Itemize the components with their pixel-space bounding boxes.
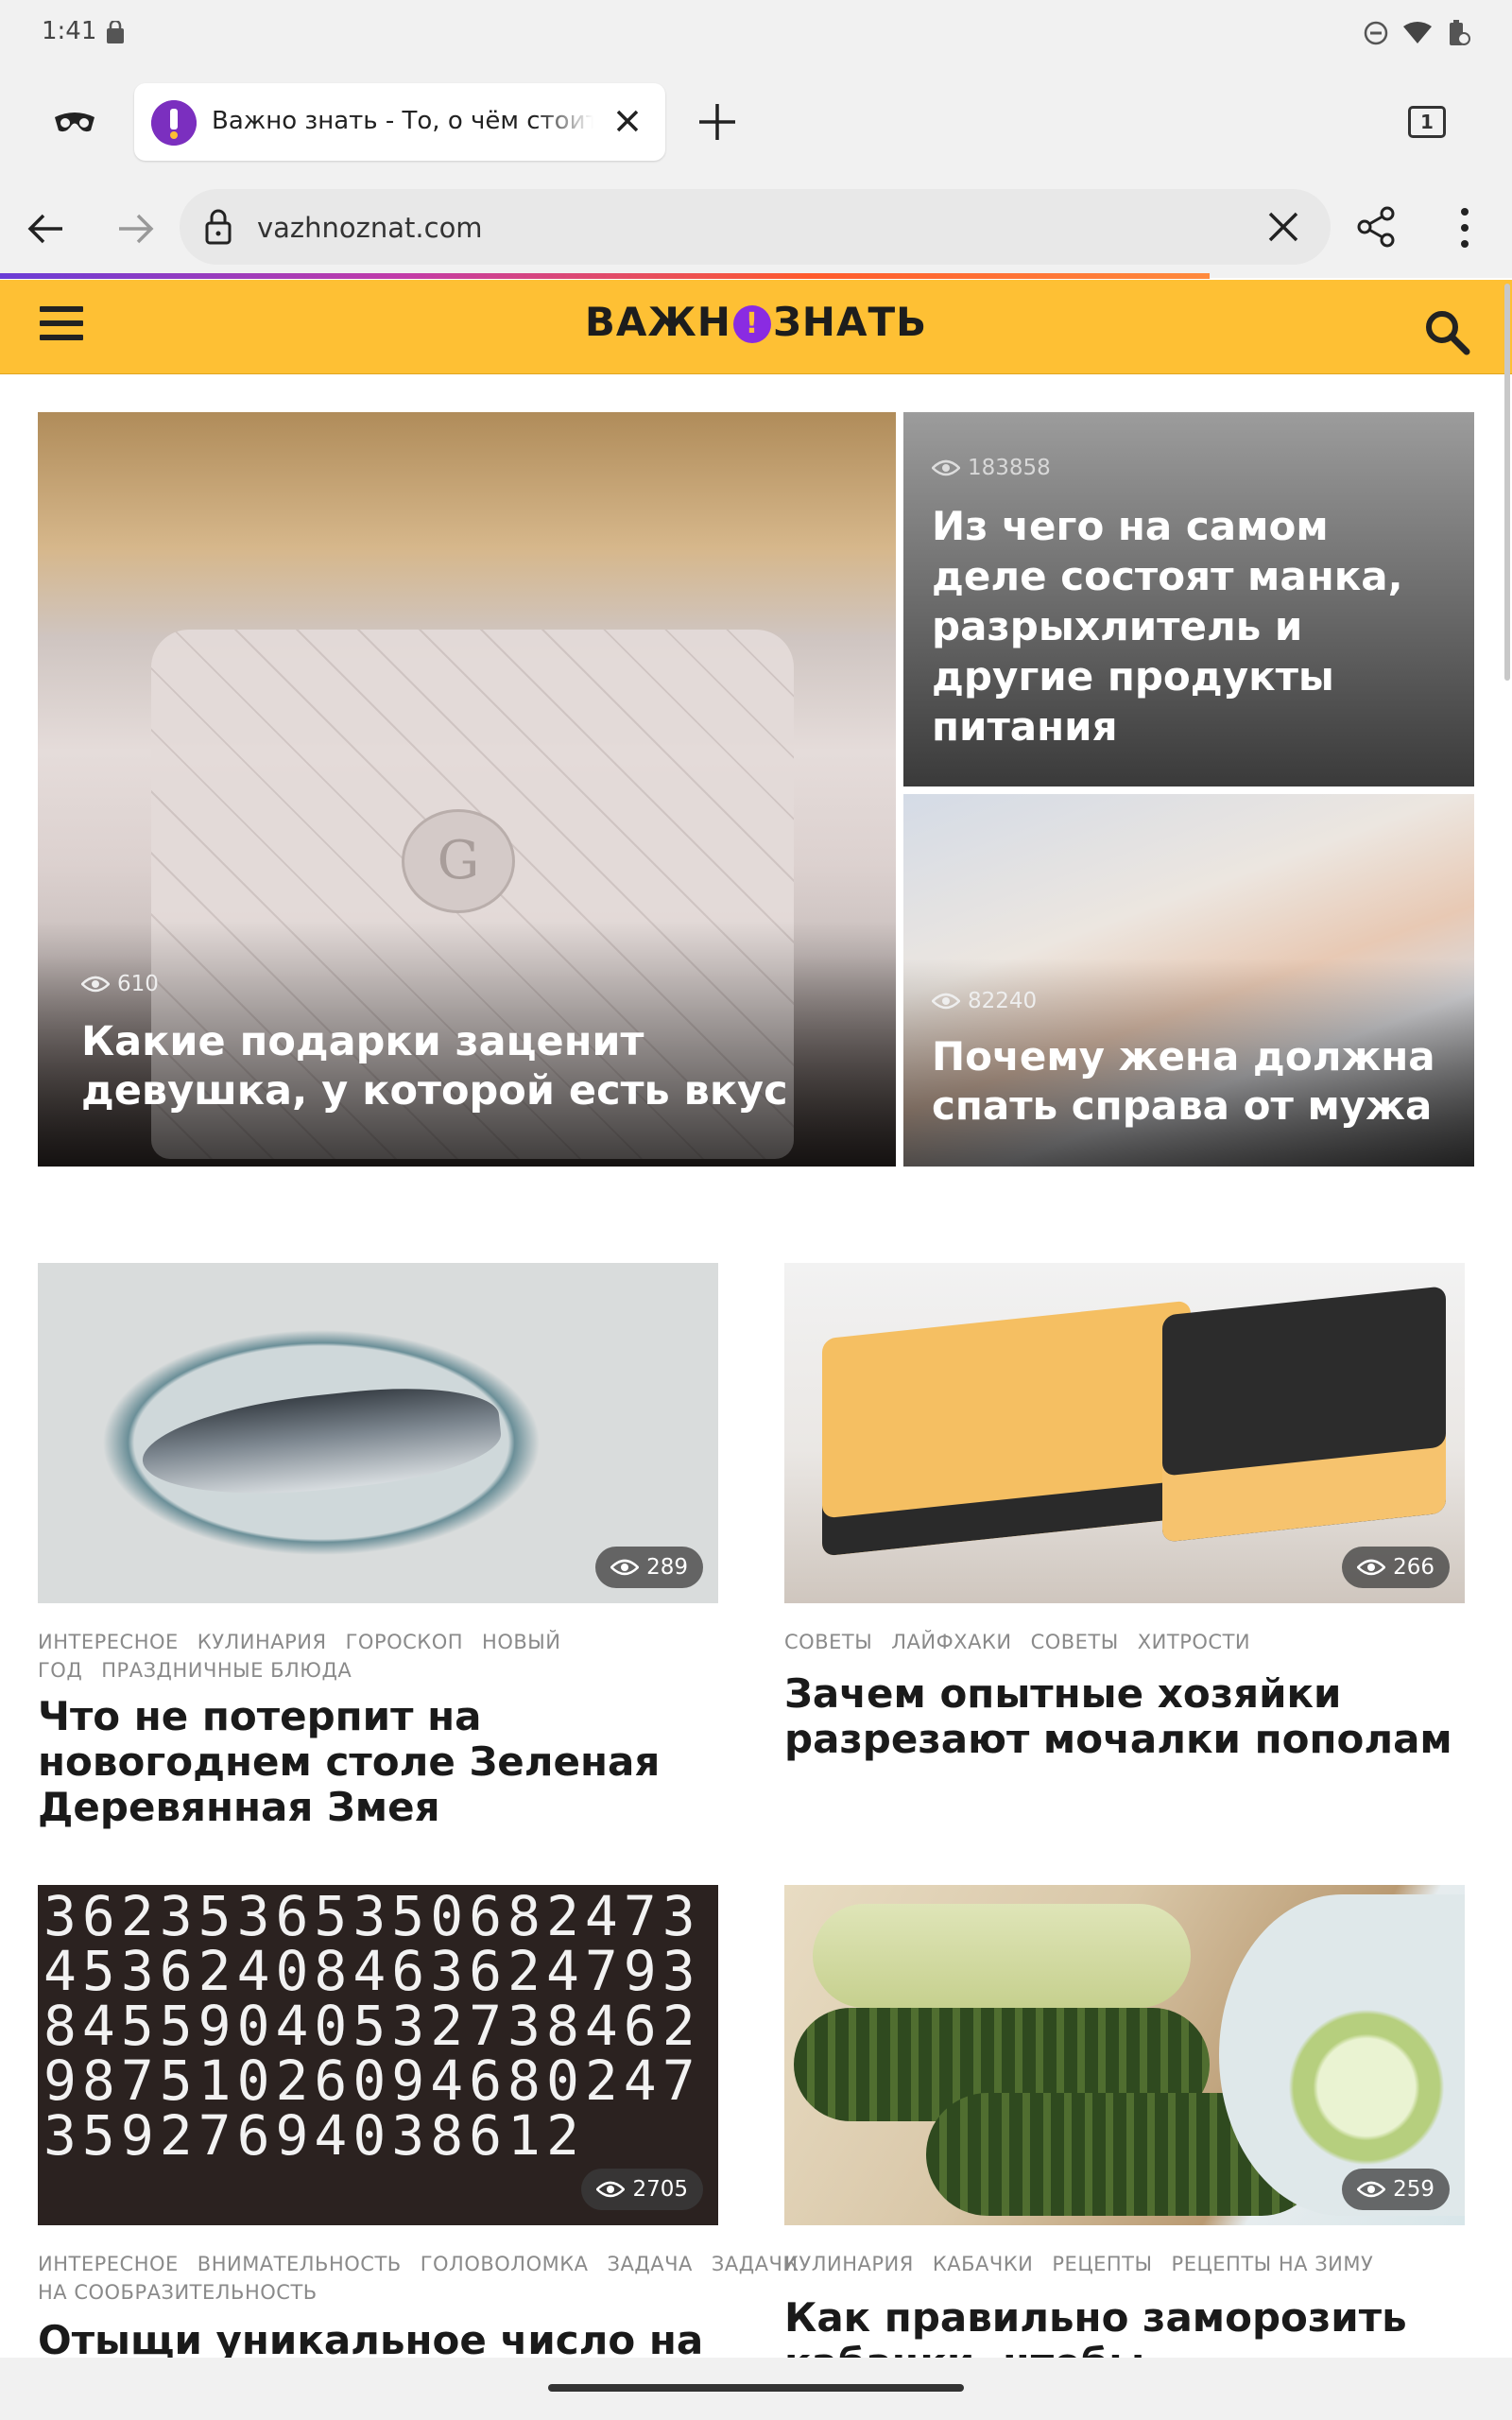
battery-icon <box>1450 20 1470 45</box>
forward-arrow-icon[interactable] <box>115 208 157 250</box>
site-header: ВАЖН! ЗНАТЬ <box>0 280 1512 374</box>
status-icons <box>1363 19 1470 47</box>
card-title[interactable]: Как правильно заморозить кабачки, чтобы … <box>784 2295 1465 2358</box>
tag-link[interactable]: Праздничные блюда <box>101 1659 352 1682</box>
status-time: 1:41 <box>42 17 97 45</box>
tab-strip: Важно знать - То, о чём стоит знать 1 <box>0 72 1512 176</box>
tag-link[interactable]: Рецепты <box>1052 2253 1152 2275</box>
hero-views: 183858 <box>932 456 1051 480</box>
clear-url-icon[interactable] <box>1264 208 1302 246</box>
page-scrollbar[interactable] <box>1504 284 1510 681</box>
hero-views: 610 <box>81 972 159 996</box>
hero-article-side[interactable]: 183858 Из чего на самом деле состоят ман… <box>903 412 1474 786</box>
eye-icon <box>1357 2181 1386 2198</box>
site-favicon <box>151 100 197 146</box>
card-image[interactable]: 3623536535068247345362408463624793845590… <box>38 1885 718 2225</box>
card-tags: Советы Лайфхаки Советы Хитрости <box>784 1628 1465 1656</box>
back-arrow-icon[interactable] <box>25 208 66 250</box>
tag-link[interactable]: Интересное <box>38 1631 179 1653</box>
tag-link[interactable]: Советы <box>1031 1631 1119 1653</box>
tag-link[interactable]: Рецепты на зиму <box>1172 2253 1374 2275</box>
toolbar: vazhnoznat.com <box>0 176 1512 279</box>
tag-link[interactable]: Кабачки <box>933 2253 1034 2275</box>
do-not-disturb-icon <box>1364 21 1388 45</box>
tag-link[interactable]: Внимательность <box>198 2253 402 2275</box>
card-image[interactable]: 259 <box>784 1885 1465 2225</box>
views-badge: 2705 <box>581 2169 703 2210</box>
work-profile-icon <box>107 21 124 43</box>
handbag-clasp: G <box>402 809 515 913</box>
card-title[interactable]: Отыщи уникальное число на <box>38 2318 718 2358</box>
url-text[interactable]: vazhnoznat.com <box>257 212 483 244</box>
tag-link[interactable]: Интересное <box>38 2253 179 2275</box>
hero-title[interactable]: Из чего на самом деле состоят манка, раз… <box>932 501 1452 752</box>
black-sponge-image <box>1162 1286 1446 1543</box>
frozen-zucchini-bag-image <box>1219 1894 1465 2216</box>
search-icon[interactable] <box>1423 308 1470 355</box>
tag-link[interactable]: Кулинария <box>198 1631 327 1653</box>
wifi-icon <box>1403 22 1432 43</box>
more-options-icon[interactable] <box>1450 204 1480 251</box>
browser-tab[interactable]: Важно знать - То, о чём стоит знать <box>134 83 665 161</box>
eye-icon <box>610 1559 640 1576</box>
tag-link[interactable]: Задача <box>608 2253 693 2275</box>
lock-icon[interactable] <box>204 208 232 246</box>
yellow-sponge-image <box>822 1300 1191 1557</box>
incognito-icon[interactable] <box>53 108 96 136</box>
tab-title: Важно знать - То, о чём стоит знать <box>212 107 593 135</box>
hero-article-main[interactable]: G 610 Какие подарки заценит девушка, у к… <box>38 412 896 1167</box>
hero-article-side[interactable]: 82240 Почему жена должна спать справа от… <box>903 794 1474 1167</box>
status-bar: 1:41 <box>0 0 1512 72</box>
zucchini-image <box>813 1904 1191 2008</box>
eye-icon <box>596 2181 626 2198</box>
tag-link[interactable]: Кулинария <box>784 2253 914 2275</box>
hero-views: 82240 <box>932 989 1037 1013</box>
views-badge: 259 <box>1342 2169 1450 2210</box>
address-bar[interactable]: vazhnoznat.com <box>180 189 1331 265</box>
card-image[interactable]: 289 <box>38 1263 718 1603</box>
new-tab-icon[interactable] <box>696 100 739 144</box>
site-logo[interactable]: ВАЖН! ЗНАТЬ <box>0 299 1512 345</box>
fish-image <box>137 1376 506 1509</box>
tag-link[interactable]: Гороскоп <box>346 1631 463 1653</box>
logo-mark: ! <box>732 305 771 343</box>
share-icon[interactable] <box>1353 204 1399 250</box>
page-load-progress <box>0 273 1210 279</box>
numbers-pattern: 3623536535068247345362408463624793845590… <box>43 1885 701 2168</box>
eye-icon <box>1357 1559 1386 1576</box>
tag-link[interactable]: Советы <box>784 1631 872 1653</box>
card-title[interactable]: Зачем опытные хозяйки разрезают мочалки … <box>784 1671 1465 1762</box>
hero-title[interactable]: Какие подарки заценит девушка, у которой… <box>81 1017 875 1116</box>
views-badge: 289 <box>595 1547 703 1588</box>
tag-link[interactable]: Хитрости <box>1138 1631 1250 1653</box>
tag-link[interactable]: Лайфхаки <box>891 1631 1011 1653</box>
eye-icon <box>932 459 960 476</box>
eye-icon <box>81 976 110 993</box>
hero-title[interactable]: Почему жена должна спать справа от мужа <box>932 1032 1461 1131</box>
card-title[interactable]: Что не потерпит на новогоднем столе Зеле… <box>38 1694 718 1830</box>
eye-icon <box>932 993 960 1010</box>
tab-close-icon[interactable] <box>610 104 644 138</box>
card-tags: Кулинария Кабачки Рецепты Рецепты на зиму <box>784 2250 1465 2278</box>
home-indicator[interactable] <box>548 2384 964 2392</box>
card-tags: Интересное Внимательность Головоломка Задач… <box>38 2250 798 2307</box>
card-image[interactable]: 266 <box>784 1263 1465 1603</box>
tab-switcher-button[interactable]: 1 <box>1408 106 1446 138</box>
card-tags: Интересное Кулинария Гороскоп Новый год Праз… <box>38 1628 718 1685</box>
tag-link[interactable]: Головоломка <box>421 2253 589 2275</box>
views-badge: 266 <box>1342 1547 1450 1588</box>
